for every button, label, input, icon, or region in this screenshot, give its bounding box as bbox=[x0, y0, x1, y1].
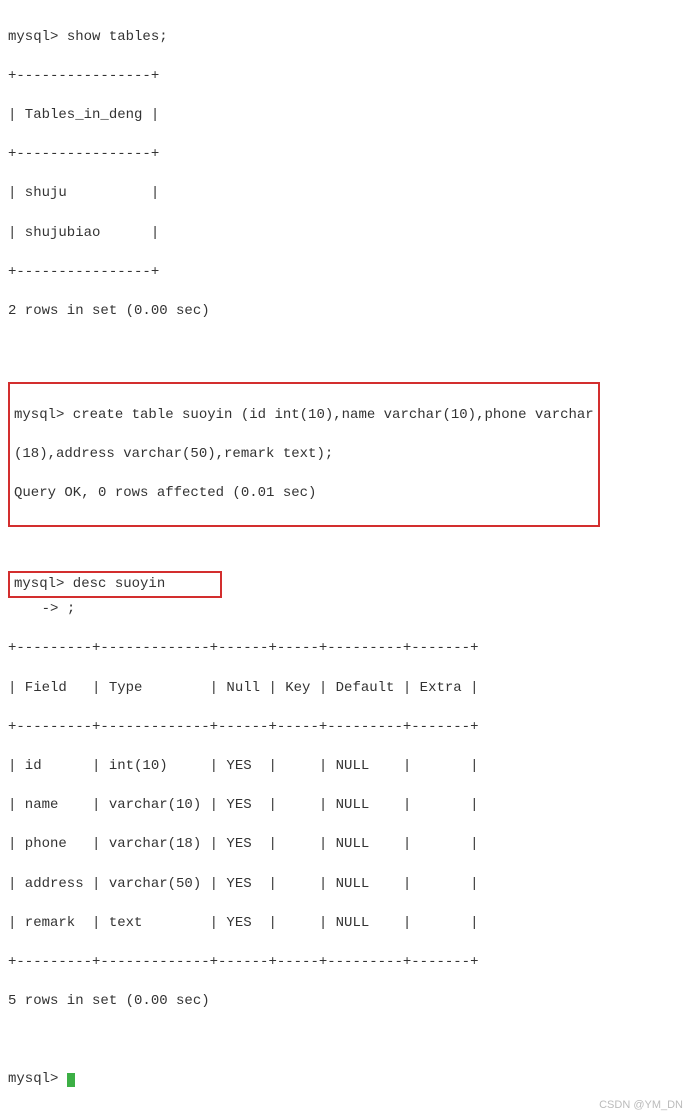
prompt: mysql> bbox=[8, 29, 58, 45]
command-text: show tables; bbox=[58, 29, 167, 45]
highlight-desc: mysql> desc suoyin bbox=[8, 571, 222, 599]
command-line: mysql> desc suoyin bbox=[14, 576, 165, 592]
table-row: | id | int(10) | YES | | NULL | | bbox=[8, 757, 687, 777]
highlight-create-table: mysql> create table suoyin (id int(10),n… bbox=[8, 382, 600, 527]
table-row: | phone | varchar(18) | YES | | NULL | | bbox=[8, 835, 687, 855]
table-border: +----------------+ bbox=[8, 67, 687, 87]
table-border: +----------------+ bbox=[8, 145, 687, 165]
table-header: | Tables_in_deng | bbox=[8, 106, 687, 126]
command-line: mysql> show tables; bbox=[8, 28, 687, 48]
table-header: | Field | Type | Null | Key | Default | … bbox=[8, 679, 687, 699]
cursor-icon bbox=[67, 1073, 75, 1087]
watermark-text: CSDN @YM_DN bbox=[599, 1098, 683, 1112]
table-row: | remark | text | YES | | NULL | | bbox=[8, 914, 687, 934]
table-row: | shujubiao | bbox=[8, 224, 687, 244]
command-line: mysql> create table suoyin (id int(10),n… bbox=[14, 406, 594, 426]
result-text: 5 rows in set (0.00 sec) bbox=[8, 992, 687, 1012]
result-text: 2 rows in set (0.00 sec) bbox=[8, 302, 687, 322]
command-text: ; bbox=[58, 601, 75, 617]
table-border: +---------+-------------+------+-----+--… bbox=[8, 953, 687, 973]
prompt: mysql> bbox=[8, 1071, 58, 1087]
table-border: +---------+-------------+------+-----+--… bbox=[8, 639, 687, 659]
command-line[interactable]: mysql> bbox=[8, 1070, 687, 1090]
table-border: +---------+-------------+------+-----+--… bbox=[8, 718, 687, 738]
terminal-output: mysql> show tables; +----------------+ |… bbox=[8, 8, 687, 1110]
result-text: Query OK, 0 rows affected (0.01 sec) bbox=[14, 484, 594, 504]
table-row: | name | varchar(10) | YES | | NULL | | bbox=[8, 796, 687, 816]
table-border: +----------------+ bbox=[8, 263, 687, 283]
table-row: | shuju | bbox=[8, 184, 687, 204]
table-row: | address | varchar(50) | YES | | NULL |… bbox=[8, 875, 687, 895]
continuation-line: -> ; bbox=[8, 600, 687, 620]
command-line: (18),address varchar(50),remark text); bbox=[14, 445, 594, 465]
cont-prompt: -> bbox=[8, 601, 58, 617]
